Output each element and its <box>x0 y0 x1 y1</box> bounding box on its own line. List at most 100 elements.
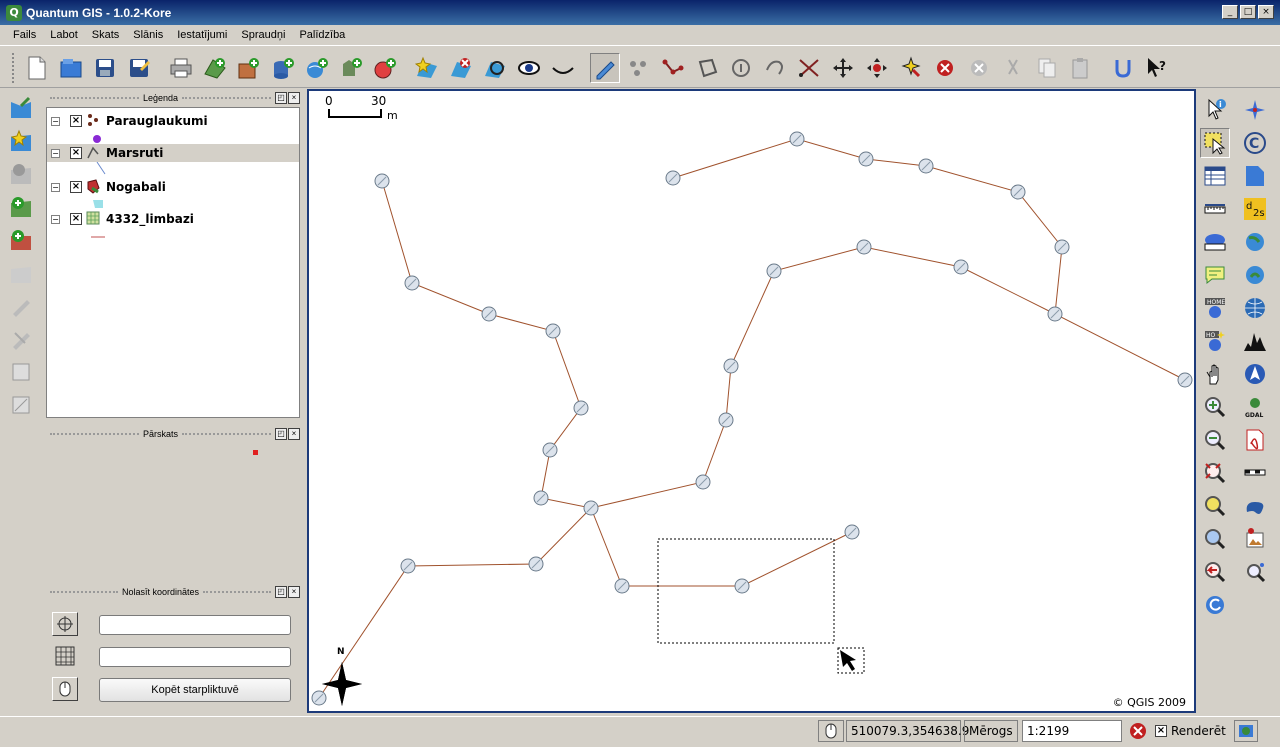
layer-expander[interactable]: − <box>51 214 60 224</box>
toggle-editing-icon[interactable] <box>590 52 620 83</box>
disabled-tool-2-icon[interactable] <box>6 291 36 321</box>
disabled-tool-4-icon[interactable] <box>6 357 36 387</box>
reshape-features-icon[interactable] <box>760 53 790 83</box>
digitize-tool-icon[interactable] <box>6 93 36 123</box>
map-tips-icon[interactable] <box>1200 260 1230 290</box>
image-plugin-icon[interactable] <box>1240 524 1270 554</box>
star-overview-icon[interactable] <box>6 126 36 156</box>
scale-input[interactable]: 1:2199 <box>1022 720 1122 742</box>
globe-grid-plugin-icon[interactable] <box>1240 293 1270 323</box>
layer-expander[interactable]: − <box>51 182 60 192</box>
capture-line-icon[interactable] <box>658 53 688 83</box>
north-arrow-plugin-icon[interactable] <box>1240 95 1270 125</box>
menu-fails[interactable]: Fails <box>6 29 43 41</box>
move-feature-icon[interactable] <box>726 53 756 83</box>
whats-this-help-icon[interactable]: ? <box>1142 53 1172 83</box>
layer-visibility-checkbox[interactable]: × <box>70 213 82 225</box>
capture-point-icon[interactable] <box>624 53 654 83</box>
toolbar-handle[interactable] <box>12 52 16 83</box>
menu-palidziba[interactable]: Palīdzība <box>292 29 352 41</box>
identify-features-icon[interactable]: i <box>1200 95 1230 125</box>
save-as-icon[interactable] <box>124 53 154 83</box>
copy-icon[interactable] <box>1032 53 1062 83</box>
layer-expander[interactable]: − <box>51 116 60 126</box>
add-raster-left-icon[interactable] <box>6 225 36 255</box>
coords-close-button[interactable]: × <box>288 586 301 598</box>
delete-vertex-icon[interactable] <box>896 53 926 83</box>
copyright-label-plugin-icon[interactable]: C <box>1240 128 1270 158</box>
zoom-in-icon[interactable] <box>1200 392 1230 422</box>
save-project-icon[interactable] <box>90 53 120 83</box>
minimize-button[interactable]: _ <box>1222 5 1238 19</box>
legend-layer-parauglaukumi[interactable]: − × Parauglaukumi <box>47 108 299 134</box>
add-postgis-layer-icon[interactable] <box>268 53 298 83</box>
zoom-to-selection-icon[interactable] <box>1200 491 1230 521</box>
capture-polygon-icon[interactable] <box>692 53 722 83</box>
render-checkbox-group[interactable]: × Renderēt <box>1151 720 1231 742</box>
menu-skats[interactable]: Skats <box>85 29 127 41</box>
add-raster-layer-icon[interactable] <box>234 53 264 83</box>
disabled-tool-5-icon[interactable] <box>6 390 36 420</box>
pan-hand-icon[interactable] <box>1200 359 1230 389</box>
profile-plugin-icon[interactable] <box>1240 326 1270 356</box>
zoom-out-icon[interactable] <box>1200 425 1230 455</box>
menu-slanis[interactable]: Slānis <box>126 29 170 41</box>
globe-plugin-1-icon[interactable] <box>1240 227 1270 257</box>
x-coordinate-field[interactable] <box>99 615 291 635</box>
stop-render-icon[interactable] <box>1126 720 1150 742</box>
postgis-plugin-icon[interactable] <box>1240 491 1270 521</box>
remove-all-overview-icon[interactable] <box>446 53 476 83</box>
map-drawing[interactable] <box>309 91 1194 711</box>
menu-spraudni[interactable]: Spraudņi <box>234 29 292 41</box>
scale-plugin-icon[interactable] <box>1240 458 1270 488</box>
crosshair-icon[interactable] <box>52 612 78 636</box>
add-spatialite-layer-icon[interactable] <box>336 53 366 83</box>
move-vertex-icon[interactable] <box>828 53 858 83</box>
projection-status-icon[interactable] <box>1234 720 1258 742</box>
mouse-capture-icon[interactable] <box>52 677 78 701</box>
menu-iestatijumi[interactable]: Iestatījumi <box>170 29 234 41</box>
add-vertex-icon[interactable] <box>862 53 892 83</box>
shapefile-plugin-icon[interactable] <box>1240 161 1270 191</box>
copy-to-clipboard-button[interactable]: Kopēt starpliktuvē <box>99 678 291 702</box>
legend-layer-4332-limbazi[interactable]: − × 4332_limbazi <box>47 208 299 230</box>
map-canvas[interactable]: 0 30 m N © QGIS 2009 <box>307 89 1196 713</box>
cut-icon[interactable] <box>998 53 1028 83</box>
add-vector-layer-icon[interactable] <box>200 53 230 83</box>
show-all-layers-icon[interactable] <box>514 53 544 83</box>
open-project-icon[interactable] <box>56 53 86 83</box>
maximize-button[interactable]: □ <box>1240 5 1256 19</box>
hide-all-layers-icon[interactable] <box>548 53 578 83</box>
y-coordinate-field[interactable] <box>99 647 291 667</box>
legend-layer-nogabali[interactable]: − × Nogabali <box>47 176 299 198</box>
attribute-table-icon[interactable] <box>1200 161 1230 191</box>
new-project-icon[interactable] <box>22 53 52 83</box>
menu-labot[interactable]: Labot <box>43 29 85 41</box>
layer-visibility-checkbox[interactable]: × <box>70 115 82 127</box>
overview-close-button[interactable]: × <box>288 428 301 440</box>
overview-map[interactable] <box>46 441 300 581</box>
layer-visibility-checkbox[interactable]: × <box>70 181 82 193</box>
show-hide-layers-icon[interactable] <box>480 53 510 83</box>
print-icon[interactable] <box>166 53 196 83</box>
zoom-full-icon[interactable] <box>1200 458 1230 488</box>
select-features-icon[interactable] <box>1200 128 1230 158</box>
disabled-tool-1-icon[interactable] <box>6 258 36 288</box>
zoom-last-icon[interactable] <box>1200 557 1230 587</box>
search-plugin-icon[interactable] <box>1240 557 1270 587</box>
add-vector-left-icon[interactable] <box>6 192 36 222</box>
cut-features-disabled-icon[interactable] <box>964 53 994 83</box>
render-checkbox[interactable]: × <box>1155 725 1167 737</box>
paste-icon[interactable] <box>1066 53 1096 83</box>
globe-plugin-2-icon[interactable] <box>1240 260 1270 290</box>
measure-line-icon[interactable] <box>1200 194 1230 224</box>
close-window-button[interactable]: × <box>1258 5 1274 19</box>
remove-layer-disabled-icon[interactable] <box>6 159 36 189</box>
new-vector-layer-icon[interactable] <box>370 53 400 83</box>
zoom-to-layer-icon[interactable] <box>1200 524 1230 554</box>
mouse-coords-toggle-icon[interactable] <box>818 720 844 742</box>
add-wms-layer-icon[interactable] <box>302 53 332 83</box>
plugin-icon[interactable] <box>1108 53 1138 83</box>
legend-layer-marsruti[interactable]: − × Marsruti <box>47 144 299 162</box>
gdal-plugin-icon[interactable]: GDAL <box>1240 392 1270 422</box>
